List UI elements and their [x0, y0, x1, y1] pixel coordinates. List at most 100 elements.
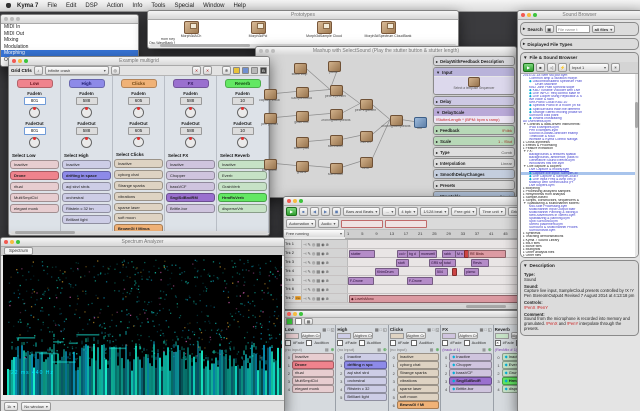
preset-button-ritstein-c-32[interactable]: Ritstein c 32 — [344, 385, 386, 394]
track-lane[interactable]: stuttercol rbg dmorewellrabbM nRE Birds — [348, 249, 534, 257]
disclosure-icon[interactable]: ▸ — [436, 59, 438, 64]
timeline-ruler[interactable]: 15913172125293337414549 — [345, 230, 534, 239]
record-enable-icon[interactable] — [286, 318, 293, 325]
timeline-hscrollbar[interactable] — [286, 305, 530, 308]
dropdown-4-bpb[interactable]: 4 bpb▾ — [398, 207, 418, 216]
disclosure-icon[interactable]: ▸ — [436, 99, 438, 104]
track-icon-5[interactable]: ⊗ — [326, 287, 329, 292]
column-icon-2[interactable]: ◱ — [435, 327, 439, 332]
stop-button[interactable]: ■ — [536, 63, 545, 72]
transport-icon-1[interactable]: ◀ — [310, 207, 319, 216]
preset-button-strange-sparks[interactable]: Strange sparks — [114, 181, 163, 190]
preset-button-chopper[interactable]: Chopper — [166, 171, 215, 180]
track-icon-3[interactable]: ▦ — [316, 287, 320, 292]
fade-checkbox[interactable]: ✕ — [495, 340, 501, 346]
track-icon-4[interactable]: ◉ — [321, 269, 325, 274]
track-name[interactable]: Trk 2 — [284, 249, 302, 257]
fade-checkbox[interactable] — [442, 340, 448, 346]
add-icon[interactable]: ⊕ — [331, 347, 335, 353]
clip-total[interactable]: total — [442, 259, 456, 268]
fade-in-knob[interactable] — [81, 107, 92, 118]
track-icon-1[interactable]: ✎ — [307, 296, 310, 301]
track-lane[interactable]: F-DroneF-Drone — [348, 276, 534, 284]
favorite-icon[interactable]: ✳ — [611, 63, 620, 72]
preset-button-multismplcld[interactable]: MultiSmplCld — [10, 193, 59, 202]
color-swatch[interactable] — [442, 333, 456, 339]
preset-button-ritual[interactable]: ritual — [292, 369, 334, 378]
column-icon-2[interactable]: ◱ — [331, 327, 335, 332]
audition-checkbox[interactable] — [411, 340, 417, 346]
marker-field-1[interactable] — [385, 220, 427, 228]
clip-stutter[interactable]: stutter — [349, 250, 375, 259]
fade-in-value[interactable]: 588 — [76, 97, 98, 105]
preset-button-orchestral[interactable]: orchestral — [62, 193, 111, 202]
track-name[interactable]: Trk 6 — [284, 285, 302, 293]
preset-button-sparse-laser[interactable]: sparse laser — [114, 203, 163, 212]
transport-icon-0[interactable]: ■ — [299, 207, 308, 216]
preset-button-inactive[interactable]: Inactive — [292, 353, 334, 362]
menu-info[interactable]: Info — [132, 3, 142, 9]
input-select-dropdown[interactable]: Input 1▾ — [569, 63, 609, 72]
minimize-button[interactable] — [265, 49, 269, 53]
minimize-button[interactable] — [10, 17, 14, 21]
track-icon-3[interactable]: ▦ — [316, 251, 320, 256]
column-icon-0[interactable]: ▦ — [480, 327, 484, 332]
fade-in-knob[interactable] — [29, 107, 40, 118]
track-icon-1[interactable]: ✎ — [307, 287, 310, 292]
compile-icon[interactable]: ⚡ — [558, 63, 567, 72]
preset-button-inactive[interactable]: Inactive — [344, 353, 386, 362]
track-icon-4[interactable]: ◉ — [321, 278, 325, 283]
preset-button-brilliant-light[interactable]: Brilliant light — [62, 215, 111, 224]
fade-out-knob[interactable] — [185, 137, 196, 148]
window-controls[interactable] — [521, 13, 537, 17]
preset-button-ritstein-c-32-bn[interactable]: Ritstein c 32 bn — [62, 204, 111, 213]
preset-button-inactive[interactable]: ◆Inactive — [449, 353, 491, 362]
titlebar[interactable] — [284, 311, 546, 318]
grid-icon[interactable]: ▦ — [430, 347, 434, 352]
column-icon-0[interactable]: ▦ — [375, 327, 379, 332]
clip-f-drone[interactable]: F-Drone — [407, 277, 433, 286]
column-header-reverb[interactable]: Reverb — [225, 79, 261, 88]
fft-size-dropdown[interactable]: 1k▾ — [4, 402, 18, 411]
gear-icon[interactable]: ✻ — [222, 66, 231, 75]
fade-in-value[interactable]: 605 — [128, 97, 150, 105]
menu-kyma-7[interactable]: Kyma 7 — [17, 3, 38, 9]
track-icon-0[interactable]: ⊣ — [303, 242, 306, 247]
minimize-button[interactable] — [10, 240, 14, 244]
algorithm-button[interactable]: Algthm Cr — [406, 332, 426, 339]
track-icon-4[interactable]: ◉ — [321, 287, 325, 292]
close-grid-icon[interactable]: ✕ — [203, 66, 212, 75]
preset-button-soft-moon[interactable]: soft moon — [397, 393, 439, 402]
preset-button-dispersnvrb[interactable]: dispersnVrb — [218, 204, 267, 213]
clip-small[interactable] — [452, 268, 457, 277]
dropdown-automation[interactable]: Automation▾ — [286, 219, 316, 228]
audition-checkbox[interactable] — [306, 340, 312, 346]
preset-button-orchestral[interactable]: orchestral — [344, 377, 386, 386]
preset-button-inactive[interactable]: Inactive — [166, 160, 215, 169]
track-icon-3[interactable]: ▦ — [316, 242, 320, 247]
track-icon-1[interactable]: ✎ — [307, 260, 310, 265]
fade-checkbox[interactable] — [337, 340, 343, 346]
track-icon-3[interactable]: ▦ — [316, 296, 320, 301]
menu-dsp[interactable]: DSP — [85, 3, 97, 9]
clip-khimdrum[interactable]: KhimDrum — [375, 268, 399, 277]
column-icon-0[interactable]: ▦ — [427, 327, 431, 332]
fade-in-value[interactable]: 588 — [180, 97, 202, 105]
disclosure-icon[interactable]: ▸ — [523, 26, 525, 32]
fade-in-knob[interactable] — [185, 107, 196, 118]
preset-button-vibrations[interactable]: vibrations — [397, 377, 439, 386]
audition-checkbox[interactable] — [464, 340, 470, 346]
close-button[interactable] — [521, 13, 525, 17]
window-controls[interactable] — [287, 199, 303, 203]
close-button[interactable] — [4, 240, 8, 244]
horizontal-scrollbar[interactable] — [11, 231, 267, 234]
play-button[interactable]: ▶ — [523, 63, 534, 72]
fade-in-value[interactable]: 801 — [24, 97, 46, 105]
minimize-button[interactable] — [527, 13, 531, 17]
speaker-icon[interactable]: ♪ — [34, 66, 43, 75]
preset-button-hrmrsverb[interactable]: HrmRsVerb — [218, 193, 267, 202]
dropdown-[interactable]: …▾ — [382, 207, 396, 216]
track-icon-0[interactable]: ⊣ — [303, 278, 306, 283]
track-name[interactable]: Trk 1 — [284, 240, 302, 248]
find-icon[interactable]: ◎ — [111, 66, 120, 75]
